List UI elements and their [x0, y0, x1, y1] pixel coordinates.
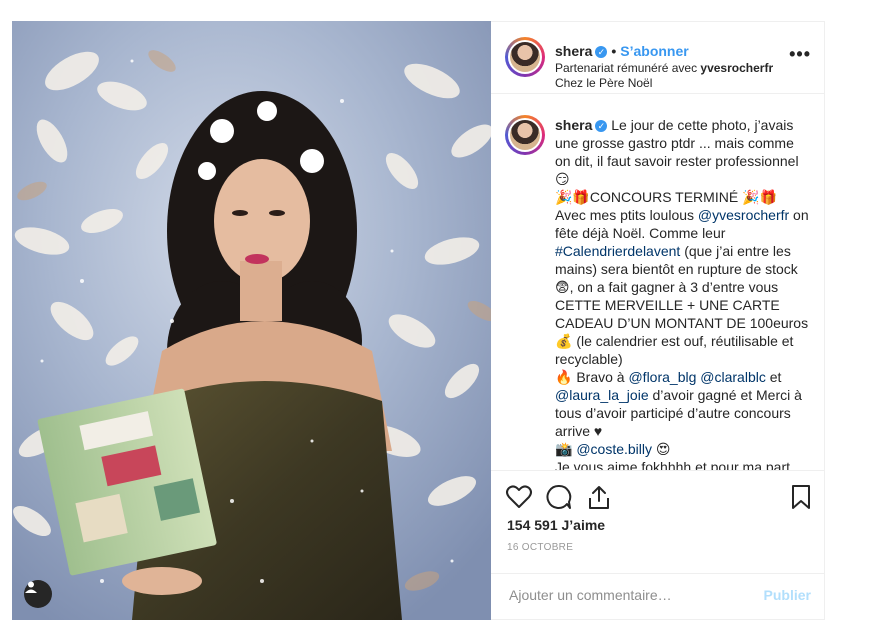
hashtag-link[interactable]: #Calendrierdelavent — [555, 243, 680, 259]
partnership-prefix: Partenariat rémunéré avec — [555, 61, 701, 75]
post-sidebar: shera ✓ • S’abonner Partenariat rémunéré av… — [491, 21, 825, 620]
caption-segment: et — [765, 369, 782, 385]
verified-badge-icon: ✓ — [595, 46, 608, 59]
follow-button[interactable]: S’abonner — [620, 43, 688, 59]
more-options-icon[interactable]: ••• — [789, 44, 811, 65]
verified-badge-icon: ✓ — [595, 120, 608, 133]
comment-box: Publier — [491, 573, 825, 622]
caption-segment: 🎉🎁CONCOURS TERMINÉ 🎉🎁 — [555, 189, 777, 205]
mention-link[interactable]: @coste.billy — [576, 441, 652, 457]
author-username[interactable]: shera — [555, 43, 592, 59]
author-avatar[interactable] — [505, 37, 545, 77]
post-actions: 154 591 J’aime 16 OCTOBRE — [491, 470, 825, 580]
mention-link[interactable]: @flora_blg — [628, 369, 696, 385]
comment-input[interactable] — [507, 586, 751, 604]
mention-link[interactable]: @laura_la_joie — [555, 387, 649, 403]
user-tag-button[interactable] — [24, 580, 52, 608]
post-location[interactable]: Chez le Père Noël — [555, 76, 652, 90]
caption-segment: 🔥 Bravo à — [555, 369, 629, 385]
post-header: shera ✓ • S’abonner Partenariat rémunéré av… — [491, 22, 825, 94]
photo-illustration — [12, 21, 491, 620]
likes-count[interactable]: 154 591 J’aime — [507, 517, 605, 533]
caption-username[interactable]: shera — [555, 117, 592, 133]
post-photo[interactable] — [12, 21, 491, 620]
caption-segment: 😍 — [652, 441, 671, 457]
post-date[interactable]: 16 OCTOBRE — [507, 542, 573, 553]
mention-link[interactable]: @claralblc — [700, 369, 766, 385]
partnership-label: Partenariat rémunéré avec yvesrocherfr — [555, 61, 773, 75]
caption-segment: (que j’ai entre les mains) sera bientôt … — [555, 243, 809, 367]
comment-bubble-icon[interactable] — [545, 483, 573, 511]
user-tag-icon — [25, 581, 37, 593]
share-icon[interactable] — [585, 483, 613, 511]
author-name-row: shera ✓ • S’abonner — [555, 43, 689, 59]
caption-area: shera ✓ Le jour de cette photo, j’avais u… — [491, 94, 825, 471]
caption-author-avatar[interactable] — [505, 115, 545, 155]
caption-text: shera ✓ Le jour de cette photo, j’avais u… — [555, 116, 813, 470]
caption-segment: Avec mes ptits loulous — [555, 207, 698, 223]
bookmark-icon[interactable] — [789, 483, 813, 511]
partner-link[interactable]: yvesrocherfr — [700, 61, 773, 75]
separator-dot: • — [611, 43, 617, 59]
publish-button[interactable]: Publier — [764, 587, 811, 603]
caption-segment: 📸 — [555, 441, 577, 457]
mention-link[interactable]: @yvesrocherfr — [698, 207, 789, 223]
heart-icon[interactable] — [505, 483, 533, 511]
action-icons-row — [505, 483, 815, 511]
